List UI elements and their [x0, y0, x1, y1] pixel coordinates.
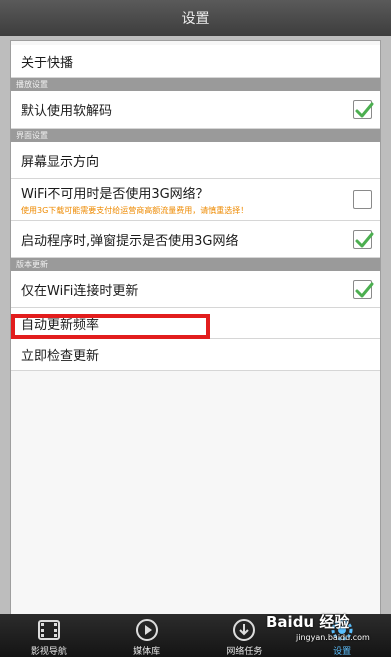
baidu-watermark-url: jingyan.baidu.com	[296, 633, 370, 642]
use-3g-label: WiFi不可用时是否使用3G网络？	[21, 187, 209, 202]
nav-label: 影视导航	[30, 647, 67, 657]
nav-item-film[interactable]: 影视导航	[0, 614, 98, 657]
orientation-label: 屏幕显示方向	[21, 154, 100, 170]
use-3g-warning: 使用3G下载可能需要支付给运营商高额流量费用，请慎重选择！	[21, 206, 249, 215]
nav-label: 设置	[333, 647, 352, 657]
check-update-label: 立即检查更新	[21, 349, 100, 364]
check-update-row[interactable]: 立即检查更新	[11, 339, 380, 371]
use-3g-row[interactable]: WiFi不可用时是否使用3G网络？ 使用3G下载可能需要支付给运营商高额流量费用…	[11, 179, 380, 221]
startup-3g-row[interactable]: 启动程序时,弹窗提示是否使用3G网络	[11, 221, 380, 258]
startup-3g-label: 启动程序时,弹窗提示是否使用3G网络	[21, 233, 239, 249]
soft-decode-label: 默认使用软解码	[21, 104, 113, 119]
section-header-playback: 播放设置	[11, 78, 380, 91]
download-icon	[232, 618, 256, 642]
section-header-other: 界面设置	[11, 129, 380, 142]
baidu-watermark: Baidu 经验	[266, 613, 350, 631]
orientation-row[interactable]: 屏幕显示方向	[11, 142, 380, 179]
about-label: 关于快播	[21, 55, 74, 71]
highlight-annotation	[11, 314, 210, 339]
section-header-update: 版本更新	[11, 258, 380, 271]
check-icon	[355, 232, 374, 247]
wifi-update-checkbox[interactable]	[353, 279, 374, 299]
nav-item-media[interactable]: 媒体库	[98, 614, 196, 657]
check-icon	[355, 102, 374, 118]
soft-decode-checkbox[interactable]	[353, 100, 374, 119]
wifi-update-row[interactable]: 仅在WiFi连接时更新	[11, 271, 380, 308]
about-row[interactable]: 关于快播	[11, 45, 380, 78]
play-icon	[135, 618, 159, 642]
use-3g-checkbox[interactable]	[353, 190, 372, 209]
film-icon	[37, 618, 61, 642]
title-bar: 设置	[0, 0, 391, 36]
nav-label: 网络任务	[226, 647, 263, 657]
check-icon	[355, 282, 374, 297]
startup-3g-checkbox[interactable]	[353, 229, 374, 249]
soft-decode-row[interactable]: 默认使用软解码	[11, 91, 380, 129]
wifi-update-label: 仅在WiFi连接时更新	[21, 283, 139, 299]
nav-label: 媒体库	[133, 647, 161, 657]
page-title: 设置	[181, 11, 210, 27]
